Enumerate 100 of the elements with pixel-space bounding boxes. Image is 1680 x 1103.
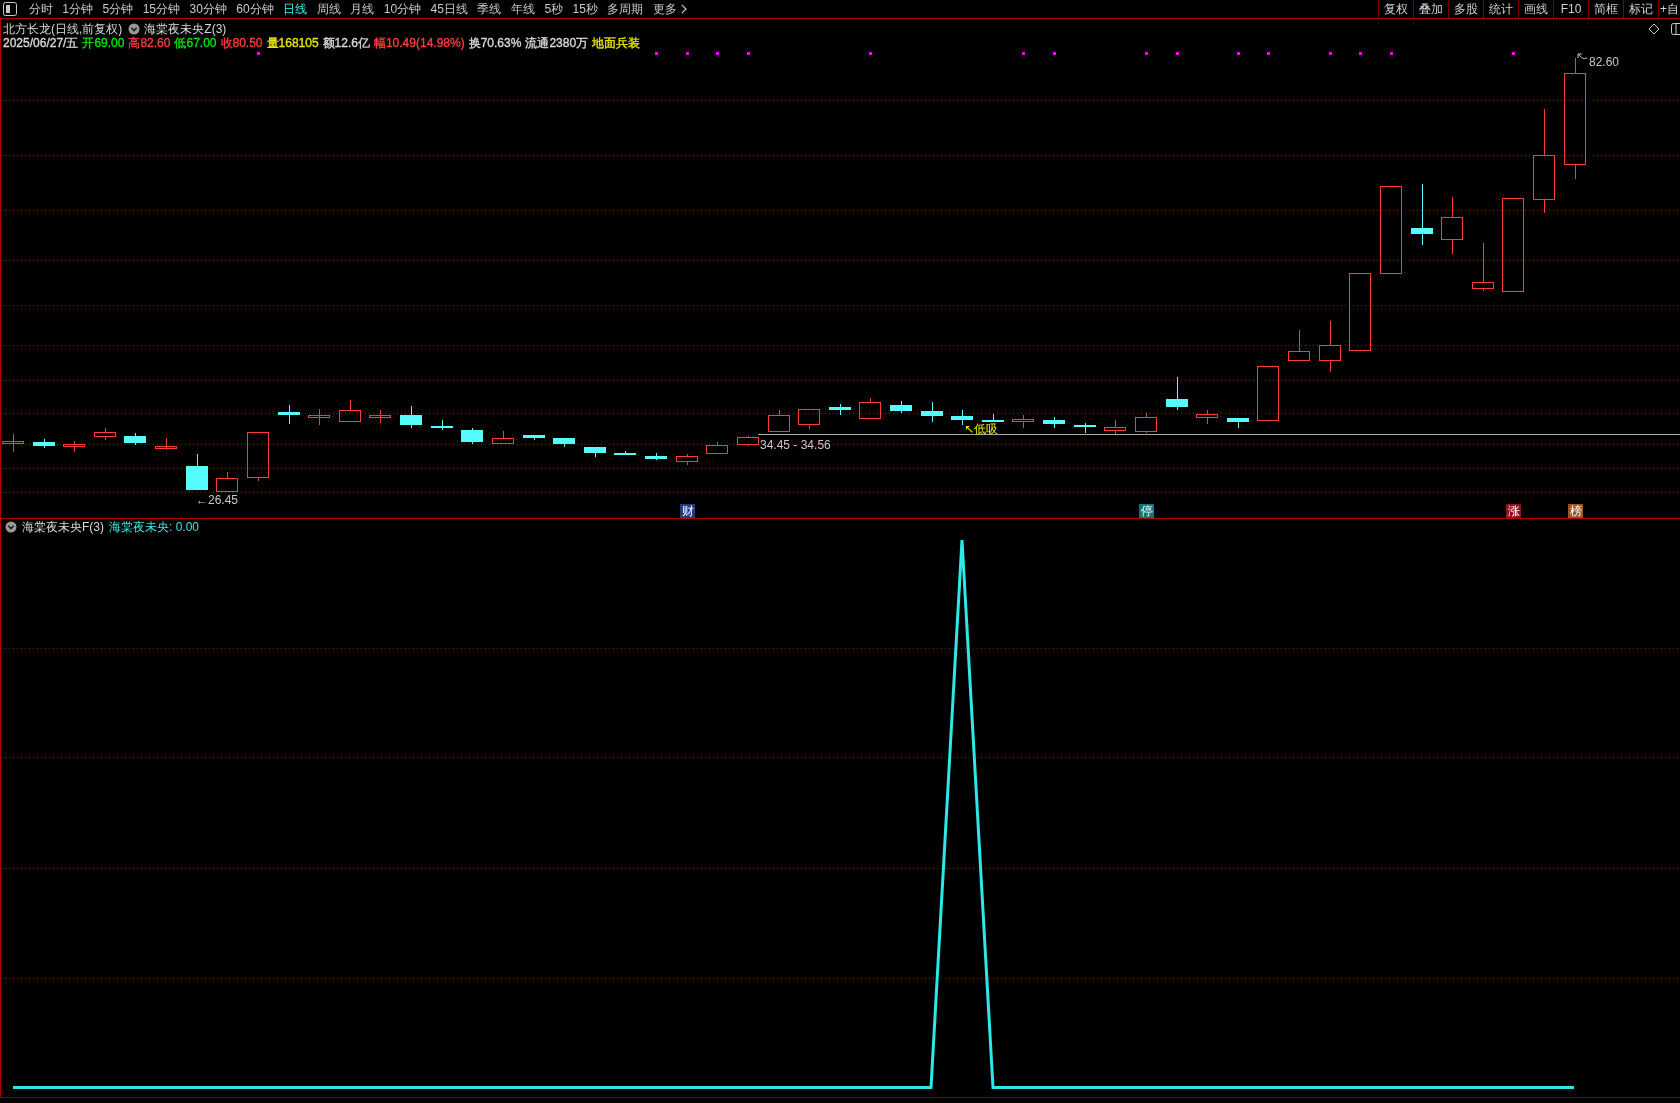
quote-value: 高82.60 <box>128 36 171 50</box>
candlestick <box>1227 417 1249 429</box>
toolbar-button[interactable]: 复权 <box>1378 0 1413 18</box>
period-tab[interactable]: 5分钟 <box>97 0 138 18</box>
panel-icon[interactable] <box>1671 23 1680 35</box>
candlestick <box>890 400 912 414</box>
candlestick <box>216 471 238 492</box>
indicator-name: 海棠夜未央F(3) <box>22 520 104 534</box>
candlestick <box>1196 409 1218 425</box>
candlestick <box>706 441 728 454</box>
quote-value: 流通2380万 <box>525 36 589 50</box>
candlestick <box>492 430 514 444</box>
period-tab[interactable]: 季线 <box>472 0 507 18</box>
period-tab[interactable]: 60分钟 <box>231 0 279 18</box>
quote-value: 2025/06/27/五 <box>3 36 79 50</box>
candlestick <box>1135 412 1157 434</box>
period-tab[interactable]: 10分钟 <box>378 0 426 18</box>
arrow-icon <box>1577 53 1588 60</box>
period-tab[interactable]: 1分钟 <box>57 0 98 18</box>
toolbar-button[interactable]: F10 <box>1553 0 1588 18</box>
signal-label: ↖低吸 <box>964 422 999 436</box>
event-badge: 财 <box>680 504 695 518</box>
panel-icon[interactable] <box>3 2 17 16</box>
quote-value: 量168105 <box>266 36 319 50</box>
quote-value: 低67.00 <box>174 36 217 50</box>
candlestick <box>614 450 636 456</box>
event-badge: 停 <box>1139 504 1154 518</box>
candlestick <box>1074 422 1096 434</box>
candlestick <box>339 399 361 422</box>
candlestick <box>553 437 575 448</box>
quote-value: 开69.00 <box>82 36 125 50</box>
toolbar-button[interactable]: 简框 <box>1588 0 1623 18</box>
chevron-icon <box>680 4 687 14</box>
more-button[interactable]: 更多 <box>648 0 692 18</box>
candlestick <box>308 408 330 426</box>
candlestick <box>63 440 85 453</box>
quote-value: 幅10.49(14.98%) <box>373 36 465 50</box>
diamond-icon[interactable] <box>1648 23 1660 35</box>
candlestick <box>461 427 483 445</box>
period-tab[interactable]: 15秒 <box>567 0 603 18</box>
indicator-reading: 海棠夜未央: 0.00 <box>109 520 200 534</box>
quote-value: 额12.6亿 <box>322 36 370 50</box>
candlestick <box>1288 329 1310 361</box>
toolbar-button[interactable]: 标记 <box>1623 0 1658 18</box>
candlestick <box>768 409 790 432</box>
period-tab[interactable]: 多周期 <box>602 0 649 18</box>
candlestick <box>369 409 391 424</box>
chevron-circle-icon[interactable] <box>128 23 141 35</box>
period-tab[interactable]: 分时 <box>24 0 58 18</box>
candlestick <box>676 453 698 466</box>
period-tab[interactable]: 15分钟 <box>137 0 185 18</box>
candlestick <box>584 446 606 458</box>
candlestick <box>186 453 208 491</box>
quote-value: 换70.63% <box>468 36 522 50</box>
candlestick <box>1411 183 1433 246</box>
period-tab[interactable]: 30分钟 <box>184 0 232 18</box>
range-label: 34.45 - 34.56 <box>760 438 831 452</box>
chevron-circle-icon[interactable] <box>5 521 17 533</box>
candlestick <box>1472 242 1494 292</box>
candlestick <box>94 427 116 441</box>
candlestick <box>155 437 177 451</box>
period-tab[interactable]: 周线 <box>311 0 346 18</box>
toolbar-button[interactable]: 叠加 <box>1413 0 1448 18</box>
candlestick <box>951 409 973 426</box>
quote-value: 地面兵装 <box>592 36 641 50</box>
toolbar-button[interactable]: 画线 <box>1518 0 1553 18</box>
candlestick <box>921 401 943 423</box>
period-tab[interactable]: 45日线 <box>425 0 473 18</box>
period-tab[interactable]: 年线 <box>506 0 540 18</box>
quote-value: 收80.50 <box>220 36 263 50</box>
candlestick <box>1441 196 1463 255</box>
candlestick <box>124 432 146 446</box>
candlestick <box>247 432 269 482</box>
candlestick <box>1319 320 1341 373</box>
period-tab[interactable]: 5秒 <box>539 0 568 18</box>
toolbar-button[interactable]: 统计 <box>1483 0 1518 18</box>
event-badge: 涨 <box>1506 504 1521 518</box>
candlestick <box>1012 414 1034 429</box>
toolbar-button[interactable]: 多股 <box>1448 0 1483 18</box>
candlestick <box>982 413 1004 423</box>
candlestick <box>33 438 55 449</box>
candlestick <box>523 434 545 441</box>
candlestick <box>829 403 851 416</box>
candlestick <box>2 433 24 453</box>
candlestick <box>1257 366 1279 421</box>
stock-title: 北方长龙(日线,前复权) <box>3 22 123 36</box>
candlestick <box>645 452 667 461</box>
toolbar-button[interactable]: +自 <box>1658 0 1680 18</box>
candlestick <box>1104 419 1126 435</box>
candlestick <box>1043 416 1065 429</box>
high-price-label: 82.60 <box>1589 55 1620 69</box>
period-tab[interactable]: 月线 <box>345 0 379 18</box>
indicator-name: 海棠夜未央Z(3) <box>144 22 227 36</box>
candlestick <box>798 409 820 430</box>
low-price-label: ←26.45 <box>196 493 239 507</box>
candlestick <box>278 404 300 425</box>
candlestick <box>859 397 881 419</box>
candlestick <box>737 435 759 447</box>
event-badge: 榜 <box>1568 504 1583 518</box>
period-tab[interactable]: 日线 <box>278 0 312 18</box>
